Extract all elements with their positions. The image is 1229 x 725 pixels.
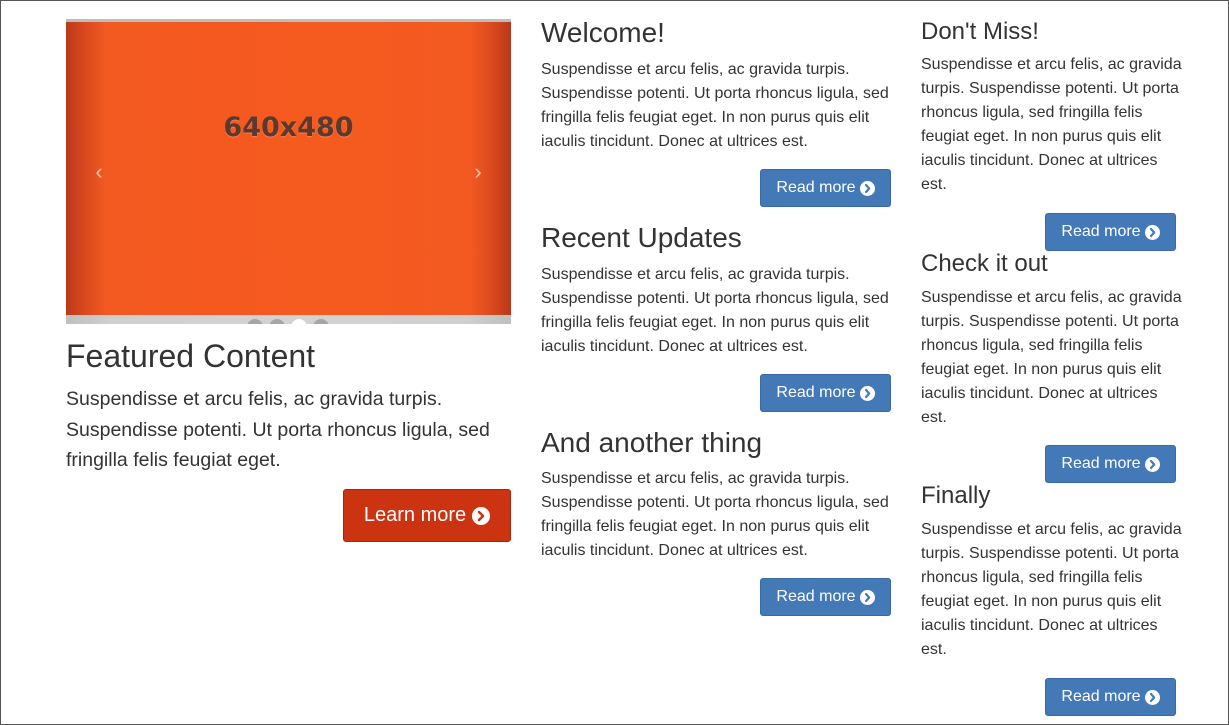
- circle-arrow-right-icon: [859, 180, 875, 196]
- recent-updates-read-more-button[interactable]: Read more: [760, 374, 891, 412]
- read-more-label: Read more: [776, 588, 856, 605]
- circle-arrow-right-icon: [859, 589, 875, 605]
- circle-arrow-right-icon: [472, 506, 491, 525]
- check-it-out-heading: Check it out: [921, 250, 1048, 277]
- dont-miss-text: Suspendisse et arcu felis, ac gravida tu…: [921, 56, 1182, 193]
- learn-more-button[interactable]: Learn more: [343, 489, 511, 542]
- featured-title: Featured Content: [66, 338, 316, 374]
- circle-arrow-right-icon: [1144, 456, 1160, 472]
- image-carousel[interactable]: 640x480 ‹ ›: [66, 19, 511, 324]
- carousel-dot-4[interactable]: [313, 319, 329, 324]
- carousel-dot-3-active[interactable]: [291, 319, 307, 324]
- welcome-read-more-button[interactable]: Read more: [760, 169, 891, 207]
- carousel-slide[interactable]: 640x480 ‹ ›: [66, 22, 511, 315]
- read-more-label: Read more: [776, 179, 856, 196]
- carousel-dots: [247, 319, 329, 324]
- finally-heading: Finally: [921, 482, 991, 509]
- circle-arrow-right-icon: [1144, 689, 1160, 705]
- read-more-label: Read more: [776, 384, 856, 401]
- dont-miss-heading: Don't Miss!: [921, 18, 1039, 45]
- circle-arrow-right-icon: [859, 385, 875, 401]
- another-thing-read-more-button[interactable]: Read more: [760, 578, 891, 616]
- read-more-label: Read more: [1061, 688, 1141, 705]
- slide-placeholder-label: 640x480: [223, 112, 354, 143]
- read-more-label: Read more: [1061, 223, 1141, 240]
- featured-text: Suspendisse et arcu felis, ac gravida tu…: [66, 388, 490, 471]
- carousel-dot-1[interactable]: [247, 319, 263, 324]
- another-thing-text: Suspendisse et arcu felis, ac gravida tu…: [541, 470, 889, 559]
- carousel-prev-arrow-icon[interactable]: ‹: [84, 157, 114, 187]
- read-more-label: Read more: [1061, 455, 1141, 472]
- carousel-pager: [66, 315, 511, 324]
- recent-updates-text: Suspendisse et arcu felis, ac gravida tu…: [541, 266, 889, 355]
- recent-updates-heading: Recent Updates: [541, 222, 742, 253]
- finally-text: Suspendisse et arcu felis, ac gravida tu…: [921, 521, 1182, 658]
- check-it-out-read-more-button[interactable]: Read more: [1045, 445, 1176, 483]
- circle-arrow-right-icon: [1144, 224, 1160, 240]
- carousel-next-arrow-icon[interactable]: ›: [463, 157, 493, 187]
- carousel-dot-2[interactable]: [269, 319, 285, 324]
- finally-read-more-button[interactable]: Read more: [1045, 678, 1176, 716]
- welcome-heading: Welcome!: [541, 17, 665, 48]
- welcome-text: Suspendisse et arcu felis, ac gravida tu…: [541, 61, 889, 150]
- dont-miss-read-more-button[interactable]: Read more: [1045, 213, 1176, 251]
- learn-more-label: Learn more: [363, 504, 467, 526]
- check-it-out-text: Suspendisse et arcu felis, ac gravida tu…: [921, 289, 1182, 426]
- another-thing-heading: And another thing: [541, 427, 763, 458]
